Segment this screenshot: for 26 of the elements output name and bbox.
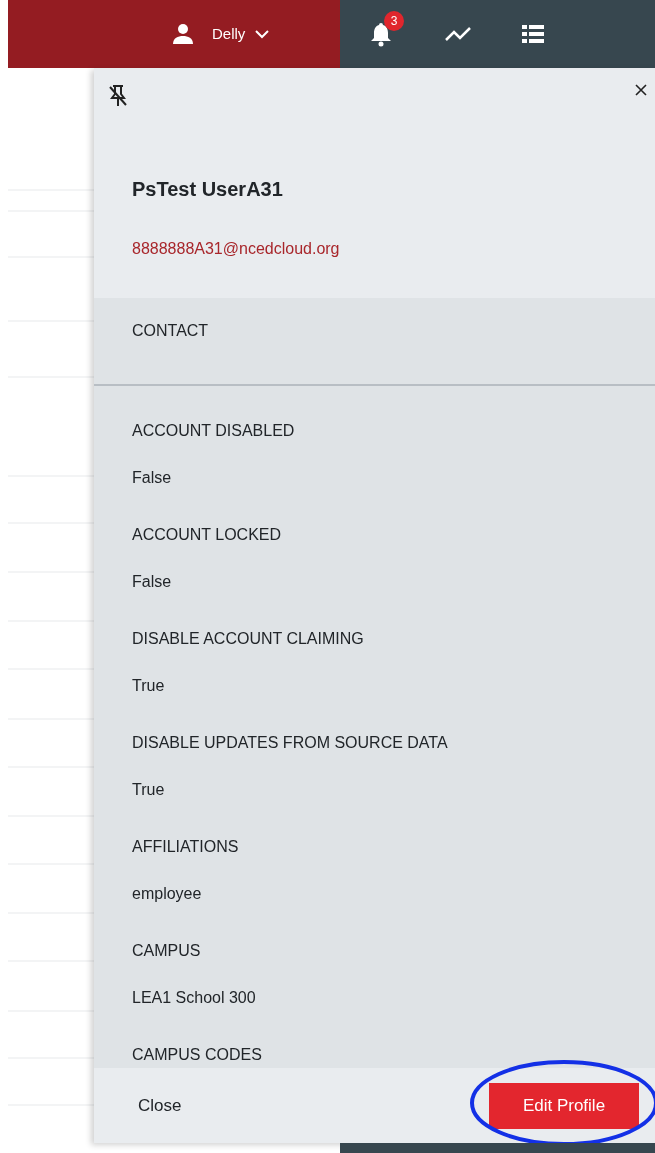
notification-badge: 3	[384, 11, 404, 31]
unpin-icon[interactable]	[108, 84, 128, 108]
field-label: ACCOUNT DISABLED	[132, 422, 295, 439]
field-label: ACCOUNT LOCKED	[132, 526, 282, 543]
list-icon[interactable]	[522, 25, 544, 43]
field-label: AFFILIATIONS	[132, 838, 239, 855]
field-label: DISABLE ACCOUNT CLAIMING	[132, 630, 364, 647]
user-name[interactable]: Delly	[212, 22, 246, 46]
field-value: LEA1 School 300	[132, 989, 256, 1006]
field-value: True	[132, 781, 165, 798]
section-title: CONTACT	[132, 322, 209, 339]
user-full-name: PsTest UserA31	[132, 177, 284, 202]
field-label: CAMPUS CODES	[132, 1046, 262, 1063]
trend-line-icon[interactable]	[444, 25, 472, 43]
user-icon[interactable]	[172, 23, 194, 45]
field-value: False	[132, 573, 172, 590]
close-button[interactable]: Close	[118, 1084, 202, 1127]
field-label: DISABLE UPDATES FROM SOURCE DATA	[132, 734, 448, 751]
close-icon[interactable]	[635, 84, 647, 96]
field-value: employee	[132, 885, 202, 902]
email-link[interactable]: 8888888A31@ncedcloud.org	[132, 240, 340, 257]
edit-profile-button[interactable]: Edit Profile	[489, 1082, 639, 1129]
field-value: False	[132, 469, 172, 486]
field-label: CAMPUS	[132, 942, 201, 959]
chevron-down-icon[interactable]	[255, 29, 270, 39]
field-value: True	[132, 677, 165, 694]
